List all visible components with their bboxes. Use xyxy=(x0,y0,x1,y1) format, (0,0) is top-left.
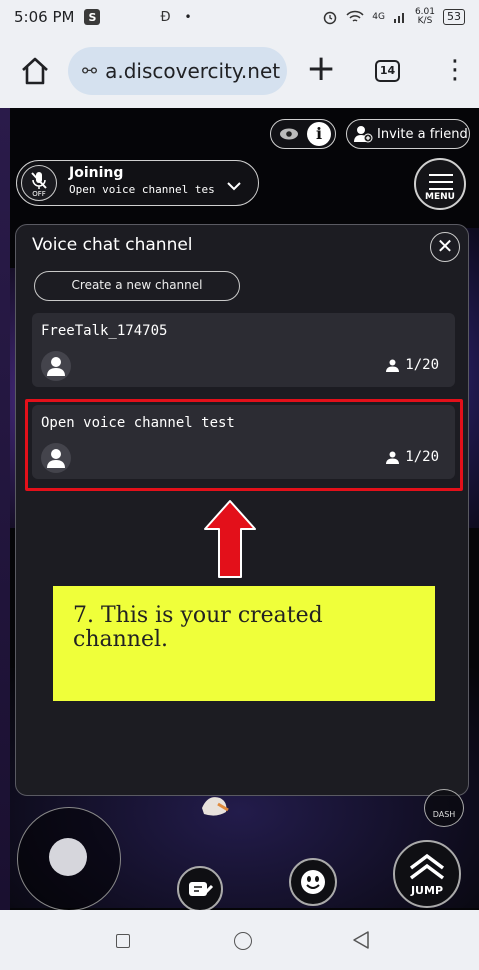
menu-label: MENU xyxy=(425,192,455,202)
dash-label: DASH xyxy=(432,810,456,819)
url-text: a.discovercity.net xyxy=(105,59,281,83)
notification-dot: • xyxy=(184,10,192,24)
view-toggle-group: i xyxy=(270,119,336,149)
left-edge xyxy=(0,108,10,910)
highlight-box xyxy=(25,399,463,491)
up-arrow-icon xyxy=(204,500,256,578)
network-type: 4G xyxy=(372,12,385,22)
address-bar[interactable]: ⚯ a.discovercity.net xyxy=(68,47,287,95)
chat-button[interactable] xyxy=(177,866,223,910)
recents-icon[interactable] xyxy=(116,934,130,948)
user-icon xyxy=(47,357,65,376)
jump-chevron-icon xyxy=(409,853,445,880)
member-count: 1/20 xyxy=(386,357,439,373)
system-nav-bar xyxy=(0,910,479,970)
create-channel-button[interactable]: Create a new channel xyxy=(34,271,240,301)
pencil-icon xyxy=(189,882,214,896)
invite-label: Invite a friend xyxy=(377,126,468,142)
panel-title: Voice chat channel xyxy=(32,235,193,255)
channel-name: FreeTalk_174705 xyxy=(41,323,168,339)
emote-button[interactable] xyxy=(289,858,337,906)
status-bar: 5:06 PM S Ð • 4G 6.01 K/S 53 xyxy=(0,0,479,34)
browser-toolbar: ⚯ a.discovercity.net + 14 ⋮ xyxy=(0,34,479,108)
game-viewport: i Invite a friend OFF Joining Open voice… xyxy=(0,108,479,910)
tutorial-note: 7. This is your created channel. xyxy=(53,586,435,701)
signal-icon xyxy=(393,13,404,23)
home-icon[interactable] xyxy=(20,56,50,86)
status-icons: 4G 6.01 K/S 53 xyxy=(322,0,465,34)
mic-toggle[interactable]: OFF xyxy=(21,165,57,201)
channel-card[interactable]: FreeTalk_174705 1/20 xyxy=(32,313,455,387)
back-icon[interactable] xyxy=(352,930,370,950)
voice-status-pill[interactable]: OFF Joining Open voice channel tes xyxy=(16,160,259,206)
chevron-down-icon[interactable] xyxy=(227,181,241,191)
dash-button[interactable]: DASH xyxy=(424,789,464,827)
smiley-icon xyxy=(301,870,325,894)
wifi-icon xyxy=(346,10,364,22)
browser-menu-icon[interactable]: ⋮ xyxy=(442,54,468,86)
add-person-icon xyxy=(354,126,373,143)
eye-icon[interactable] xyxy=(279,126,299,142)
alarm-icon xyxy=(324,11,337,25)
voice-status-label: Joining xyxy=(69,165,124,181)
site-settings-icon[interactable]: ⚯ xyxy=(82,61,97,82)
invite-friend-button[interactable]: Invite a friend xyxy=(346,119,470,149)
new-tab-icon[interactable]: + xyxy=(306,49,336,89)
current-channel-label: Open voice channel tes xyxy=(69,183,215,196)
joystick[interactable] xyxy=(17,807,121,910)
battery-icon: 53 xyxy=(443,9,465,25)
jump-label: JUMP xyxy=(410,884,444,897)
menu-button[interactable]: MENU xyxy=(414,158,466,210)
network-speed: 6.01 K/S xyxy=(414,7,435,26)
tab-switcher-button[interactable]: 14 xyxy=(375,60,400,82)
close-icon[interactable]: ✕ xyxy=(430,232,460,262)
person-icon xyxy=(386,359,400,372)
info-icon[interactable]: i xyxy=(307,122,331,146)
home-nav-icon[interactable] xyxy=(234,932,252,950)
jump-button[interactable]: JUMP xyxy=(393,840,461,908)
avatar-character xyxy=(202,797,229,816)
status-time: 5:06 PM xyxy=(14,8,75,26)
mic-off-icon xyxy=(31,172,47,189)
app-badge-icon: S xyxy=(84,9,101,25)
joystick-knob[interactable] xyxy=(49,838,87,876)
mic-state-label: OFF xyxy=(32,190,46,198)
notification-icon: Ð xyxy=(160,9,171,25)
avatar xyxy=(41,351,71,381)
